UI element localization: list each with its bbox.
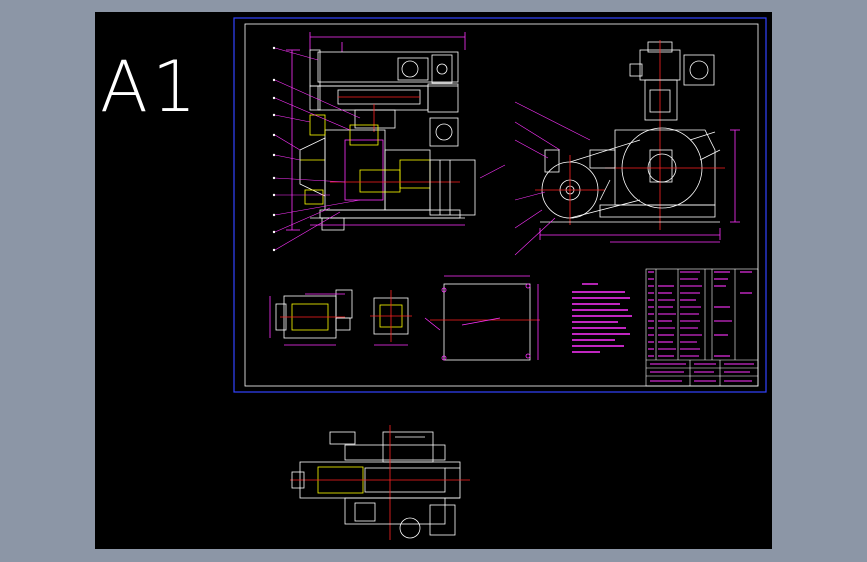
foundation-plan[interactable] — [424, 275, 540, 361]
detail-views[interactable] — [269, 289, 412, 346]
top-view-outside-frame[interactable] — [290, 425, 470, 540]
parts-list-title-block[interactable] — [645, 268, 759, 387]
front-elevation[interactable] — [272, 32, 506, 252]
side-elevation[interactable] — [514, 40, 740, 256]
sheet-size-label: A1 — [100, 46, 201, 128]
technical-requirements — [572, 283, 632, 353]
